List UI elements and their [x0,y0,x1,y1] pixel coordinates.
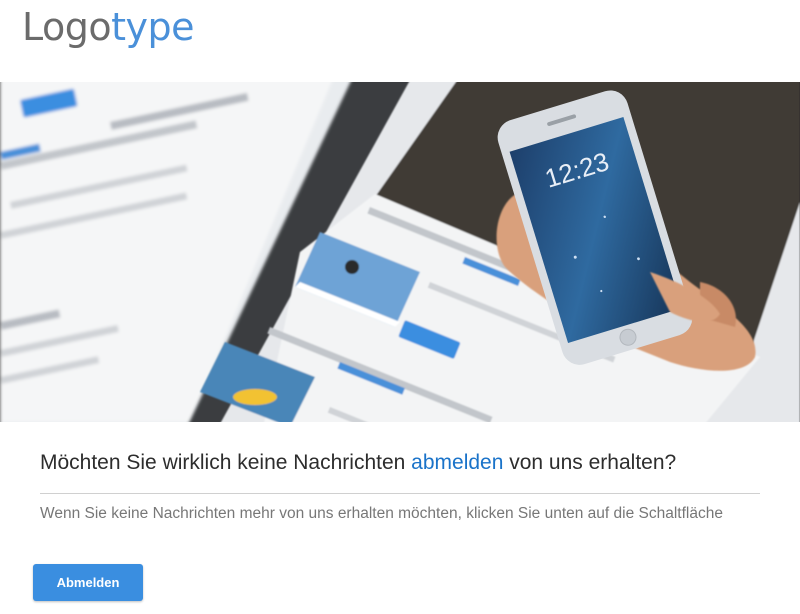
hero-illustration: 12:23 [0,82,800,422]
logo-text-secondary: type [111,5,195,49]
title-text-end: von uns erhalten? [503,451,677,474]
divider [40,493,760,494]
logo-text-primary: Logo [22,5,112,49]
logo: Logotype [22,5,195,49]
page-title: Möchten Sie wirklich keine Nachrichten a… [40,451,676,475]
title-highlight: abmelden [411,451,504,474]
hero-image: 12:23 [0,82,800,422]
description-text: Wenn Sie keine Nachrichten mehr von uns … [40,505,723,522]
title-text-start: Möchten Sie wirklich keine Nachrichten [40,451,412,474]
unsubscribe-button[interactable]: Abmelden [33,564,143,601]
